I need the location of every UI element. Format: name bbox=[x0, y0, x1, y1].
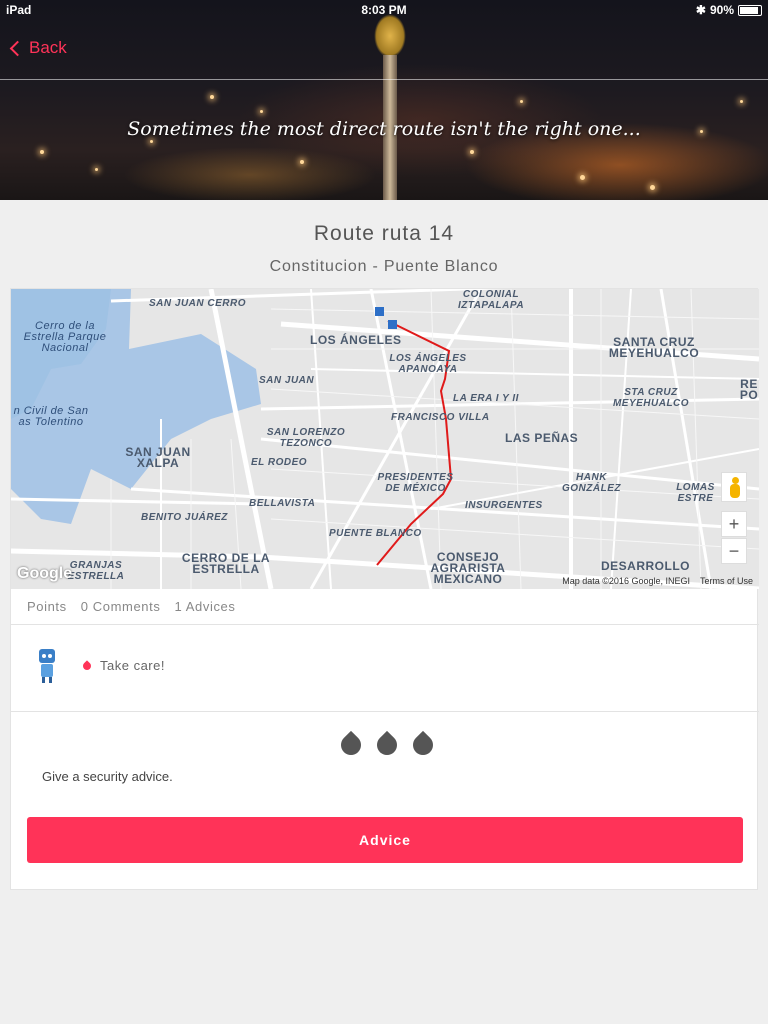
security-rating bbox=[336, 727, 438, 760]
map-label-el-rodeo: EL RODEO bbox=[251, 457, 308, 468]
map-label-bellavista: BELLAVISTA bbox=[249, 498, 316, 509]
terms-link[interactable]: Terms of Use bbox=[700, 576, 753, 586]
map-label-lomas-estrella: LOMAS ESTRE bbox=[676, 482, 715, 504]
map-label-la-era: LA ERA I Y II bbox=[453, 393, 519, 404]
status-bar: iPad 8:03 PM ✱ 90% bbox=[0, 0, 768, 20]
hero-tagline: Sometimes the most direct route isn't th… bbox=[127, 118, 641, 140]
map-label-benito-juarez: BENITO JUÁREZ bbox=[141, 512, 228, 523]
drop-rating-icon-2[interactable] bbox=[372, 730, 402, 760]
map-label-civil-san-tolentino: n Civil de San as Tolentino bbox=[13, 405, 89, 428]
map-label-los-angeles: LOS ÁNGELES bbox=[310, 333, 402, 347]
comments-stat[interactable]: 0 Comments bbox=[81, 599, 161, 614]
route-card: SAN JUAN CERRO COLONIAL IZTAPALAPA Cerro… bbox=[10, 288, 759, 890]
map-label-cerro-estrella-park: Cerro de la Estrella Parque Nacional bbox=[23, 320, 107, 354]
map-label-presidentes-de-mexico: PRESIDENTES DE MÉXICO bbox=[377, 472, 454, 494]
map-label-las-penas: LAS PEÑAS bbox=[505, 431, 579, 445]
status-time: 8:03 PM bbox=[361, 3, 407, 17]
map-label-colonial-iztapalapa: COLONIAL IZTAPALAPA bbox=[457, 289, 525, 311]
map-label-francisco-villa: FRANCISCO VILLA bbox=[391, 412, 490, 423]
map-label-puente-blanco: PUENTE BLANCO bbox=[329, 528, 422, 539]
advice-list-item: Take care! bbox=[11, 625, 759, 712]
route-map[interactable]: SAN JUAN CERRO COLONIAL IZTAPALAPA Cerro… bbox=[11, 289, 759, 589]
advice-prompt: Give a security advice. bbox=[42, 769, 173, 784]
google-logo: Google bbox=[17, 565, 73, 582]
map-label-consejo-agrarista: CONSEJO AGRARISTA MEXICANO bbox=[430, 550, 506, 586]
back-label: Back bbox=[29, 38, 67, 57]
hero-banner: iPad 8:03 PM ✱ 90% Back Sometimes the mo… bbox=[0, 0, 768, 200]
advices-stat[interactable]: 1 Advices bbox=[174, 599, 235, 614]
map-data-credit: Map data ©2016 Google, INEGI bbox=[562, 576, 690, 586]
advice-button[interactable]: Advice bbox=[27, 817, 743, 863]
map-label-hank-gonzalez: HANK GONZÁLEZ bbox=[562, 472, 621, 494]
zoom-out-button[interactable]: − bbox=[721, 538, 747, 564]
map-label-desarrollo: DESARROLLO bbox=[601, 559, 690, 573]
map-label-san-juan-xalpa: SAN JUAN XALPA bbox=[125, 445, 191, 470]
nav-divider bbox=[0, 79, 768, 80]
map-label-insurgentes: INSURGENTES bbox=[465, 500, 543, 511]
map-label-edge: RE PO bbox=[739, 379, 759, 401]
map-label-santa-cruz-meyehualco: SANTA CRUZ MEYEHUALCO bbox=[608, 335, 700, 360]
map-label-san-juan: SAN JUAN bbox=[259, 375, 315, 386]
drop-rating-icon-3[interactable] bbox=[408, 730, 438, 760]
chevron-left-icon bbox=[9, 40, 26, 56]
points-stat[interactable]: Points bbox=[27, 599, 67, 614]
map-label-san-lorenzo-tezonco: SAN LORENZO TEZONCO bbox=[266, 427, 346, 449]
map-label-san-juan-cerro: SAN JUAN CERRO bbox=[149, 298, 247, 309]
map-attribution: Map data ©2016 Google, INEGI Terms of Us… bbox=[562, 576, 753, 586]
map-label-sta-cruz-meyehualco: STA CRUZ MEYEHUALCO bbox=[612, 387, 690, 409]
avatar bbox=[37, 649, 57, 683]
back-button[interactable]: Back bbox=[8, 38, 67, 58]
street-view-pegman-icon[interactable] bbox=[721, 472, 747, 502]
route-stats: Points 0 Comments 1 Advices bbox=[11, 589, 759, 625]
battery-status: ✱ 90% bbox=[696, 3, 762, 17]
bluetooth-icon: ✱ bbox=[695, 3, 706, 17]
zoom-in-button[interactable]: + bbox=[721, 511, 747, 537]
advice-text: Take care! bbox=[100, 658, 165, 673]
battery-icon bbox=[738, 4, 762, 16]
battery-percent: 90% bbox=[709, 3, 734, 17]
drop-icon bbox=[81, 660, 93, 672]
drop-rating-icon-1[interactable] bbox=[336, 730, 366, 760]
map-label-cerro-de-la-estrella: CERRO DE LA ESTRELLA bbox=[181, 551, 271, 576]
route-subtitle: Constitucion - Puente Blanco bbox=[269, 258, 499, 275]
angel-statue bbox=[374, 14, 406, 58]
map-label-los-angeles-apanoaya: LOS ÁNGELES APANOAYA bbox=[389, 353, 467, 375]
route-title: Route ruta 14 bbox=[313, 222, 455, 245]
